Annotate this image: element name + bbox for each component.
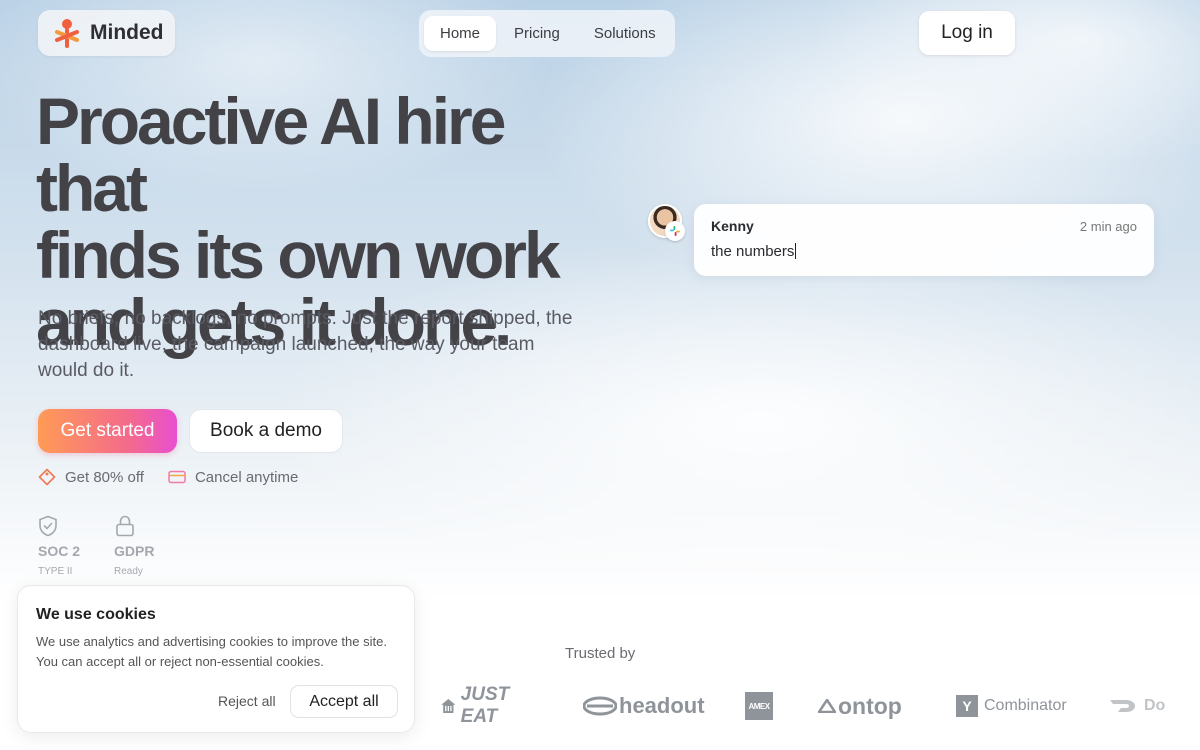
- coupon-icon: [38, 468, 56, 486]
- doordash-icon: [1110, 700, 1135, 712]
- nav-pricing[interactable]: Pricing: [498, 16, 576, 51]
- perks-row: Get 80% off Cancel anytime: [38, 468, 298, 486]
- logo-text: AMEX: [748, 701, 770, 711]
- badge-title: SOC 2: [38, 543, 81, 559]
- slack-icon: [665, 221, 685, 241]
- book-demo-button[interactable]: Book a demo: [189, 409, 343, 453]
- brand-name: Minded: [90, 21, 164, 44]
- ontop-triangle-icon: [818, 699, 836, 713]
- badge-subtitle: TYPE II: [38, 566, 73, 577]
- y-icon: Y: [956, 695, 978, 717]
- reject-all-button[interactable]: Reject all: [218, 693, 276, 709]
- gdpr-badge: GDPR Ready: [114, 515, 154, 577]
- trusted-by-label: Trusted by: [565, 645, 636, 662]
- logo-text: Combinator: [984, 697, 1067, 714]
- credit-card-icon: [168, 470, 186, 484]
- chat-timestamp: 2 min ago: [1079, 219, 1137, 234]
- cookie-banner: We use cookies We use analytics and adve…: [17, 585, 415, 733]
- accept-all-button[interactable]: Accept all: [290, 685, 398, 718]
- doordash-logo: Do: [1108, 688, 1165, 724]
- amex-logo: AMEX: [745, 688, 773, 724]
- get-started-button[interactable]: Get started: [38, 409, 177, 453]
- shield-check-icon: [39, 515, 57, 537]
- logo-text: headout: [619, 693, 705, 718]
- headline-line: Proactive AI hire that: [36, 84, 506, 225]
- typing-cursor: [795, 243, 797, 259]
- main-nav: Home Pricing Solutions: [419, 10, 675, 57]
- chat-message-card: Kenny 2 min ago the numbers: [694, 204, 1154, 276]
- chat-sender-name: Kenny: [711, 218, 754, 234]
- perk-discount: Get 80% off: [38, 468, 144, 486]
- logo-text: ontop: [838, 692, 902, 719]
- soc2-badge: SOC 2 TYPE II: [38, 515, 80, 577]
- badge-title: GDPR: [114, 543, 155, 559]
- nav-solutions[interactable]: Solutions: [578, 16, 672, 51]
- chat-message: the numbers: [711, 243, 795, 260]
- headout-logo: headout: [583, 688, 705, 724]
- chat-message-text: the numbers: [711, 243, 797, 260]
- nav-home[interactable]: Home: [424, 16, 497, 51]
- badge-subtitle: Ready: [114, 566, 143, 577]
- minded-logo-icon: [55, 19, 79, 48]
- perk-label: Cancel anytime: [194, 468, 299, 486]
- headout-mark-icon: [583, 696, 617, 716]
- hero-subtext: No briefs, no backlogs, no prompts. Just…: [38, 308, 573, 381]
- compliance-badges: SOC 2 TYPE II GDPR Ready: [38, 515, 154, 577]
- ycombinator-logo: Y Combinator: [956, 688, 1067, 724]
- perk-label: Get 80% off: [65, 468, 144, 486]
- justeat-logo: JUST EAT: [440, 684, 519, 727]
- justeat-house-icon: [441, 698, 456, 714]
- cookie-title: We use cookies: [36, 606, 156, 623]
- logo-text: Do: [1144, 697, 1166, 714]
- slack-logo-icon: [670, 226, 680, 236]
- lock-icon: [116, 515, 134, 537]
- ontop-logo: ontop: [818, 688, 902, 724]
- login-button[interactable]: Log in: [919, 11, 1015, 55]
- headline-line: finds its own work: [36, 218, 561, 292]
- cookie-text: We use analytics and advertising cookies…: [36, 634, 387, 669]
- brand-logo[interactable]: Minded: [38, 10, 175, 56]
- logo-text: JUST EAT: [460, 684, 510, 727]
- perk-cancel: Cancel anytime: [168, 469, 298, 486]
